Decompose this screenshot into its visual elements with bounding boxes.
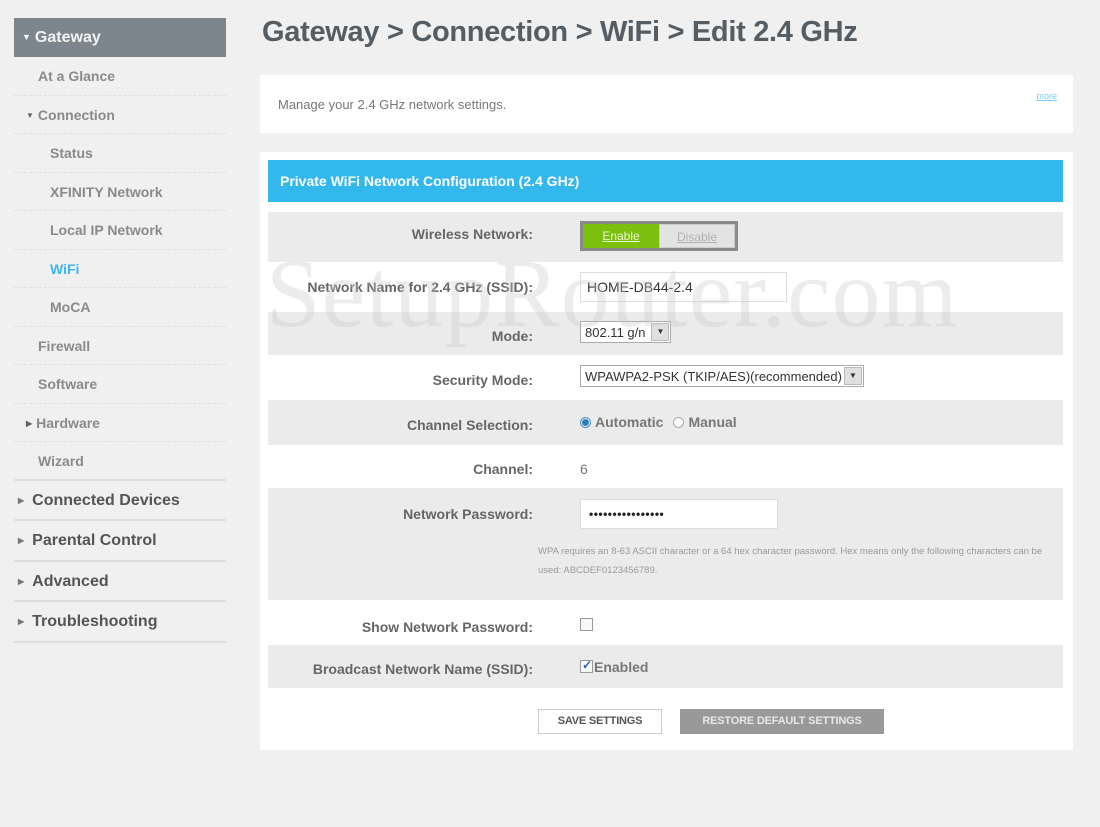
- row-security-mode: Security Mode: WPAWPA2-PSK (TKIP/AES)(re…: [268, 355, 1063, 400]
- intro-box: Manage your 2.4 GHz network settings. mo…: [260, 75, 1073, 133]
- sidebar-item-status[interactable]: Status: [14, 134, 226, 173]
- sidebar-item-hardware[interactable]: ▶ Hardware: [14, 404, 226, 442]
- save-settings-button[interactable]: SAVE SETTINGS: [538, 709, 662, 734]
- row-show-password: Show Network Password:: [268, 600, 1063, 645]
- sidebar-item-troubleshooting[interactable]: ▶ Troubleshooting: [14, 602, 226, 643]
- broadcast-ssid-checkbox-label[interactable]: Enabled: [594, 659, 648, 675]
- sidebar-item-at-a-glance[interactable]: At a Glance: [14, 57, 226, 96]
- security-mode-select[interactable]: WPAWPA2-PSK (TKIP/AES)(recommended) ▼: [580, 365, 864, 387]
- restore-default-settings-button[interactable]: RESTORE DEFAULT SETTINGS: [680, 709, 884, 734]
- more-link[interactable]: more: [1036, 91, 1057, 101]
- ssid-input[interactable]: [580, 272, 787, 302]
- page-title: Gateway > Connection > WiFi > Edit 2.4 G…: [262, 16, 858, 48]
- row-wireless-network: Wireless Network: Enable Disable: [268, 212, 1063, 262]
- sidebar-item-moca[interactable]: MoCA: [14, 288, 226, 327]
- disable-button[interactable]: Disable: [659, 224, 735, 248]
- network-password-input[interactable]: ••••••••••••••••: [580, 499, 778, 529]
- show-password-checkbox[interactable]: [580, 618, 593, 632]
- automatic-radio-label[interactable]: Automatic: [595, 414, 663, 430]
- row-ssid: Network Name for 2.4 GHz (SSID):: [268, 262, 1063, 312]
- ssid-label: Network Name for 2.4 GHz (SSID):: [307, 279, 533, 295]
- caret-right-icon: ▶: [18, 536, 25, 545]
- wireless-network-toggle[interactable]: Enable Disable: [580, 221, 738, 251]
- mode-select[interactable]: 802.11 g/n ▼: [580, 321, 672, 343]
- wifi-config-panel: Private WiFi Network Configuration (2.4 …: [260, 152, 1073, 750]
- automatic-radio[interactable]: [580, 416, 591, 428]
- caret-right-icon: ▶: [26, 418, 33, 428]
- dropdown-arrow-icon: ▼: [843, 367, 862, 385]
- broadcast-ssid-checkbox[interactable]: [580, 658, 593, 674]
- enable-button[interactable]: Enable: [583, 224, 659, 248]
- password-hint: WPA requires an 8-63 ASCII character or …: [538, 546, 1043, 576]
- mode-label: Mode:: [491, 328, 533, 344]
- sidebar-item-local-ip-network[interactable]: Local IP Network: [14, 211, 226, 250]
- panel-title: Private WiFi Network Configuration (2.4 …: [268, 160, 1063, 202]
- sidebar-item-wizard[interactable]: Wizard: [14, 442, 226, 481]
- row-network-password: Network Password: •••••••••••••••• WPA r…: [268, 488, 1063, 600]
- caret-down-icon: ▼: [22, 32, 31, 42]
- channel-value: 6: [580, 461, 588, 477]
- broadcast-ssid-control: Enabled: [580, 658, 648, 676]
- caret-down-icon: ▼: [26, 110, 34, 120]
- broadcast-ssid-label: Broadcast Network Name (SSID):: [312, 661, 533, 677]
- manual-radio[interactable]: [673, 416, 685, 428]
- sidebar-gateway[interactable]: ▼ Gateway: [14, 18, 226, 57]
- intro-text: Manage your 2.4 GHz network settings.: [278, 97, 507, 112]
- channel-selection-label: Channel Selection:: [406, 417, 533, 433]
- sidebar-item-parental-control[interactable]: ▶ Parental Control: [14, 521, 226, 562]
- show-password-label: Show Network Password:: [361, 619, 533, 635]
- row-broadcast-ssid: Broadcast Network Name (SSID): Enabled: [268, 645, 1063, 688]
- row-channel-selection: Channel Selection: Automatic Manual: [268, 400, 1063, 445]
- sidebar-item-wifi[interactable]: WiFi: [14, 250, 226, 288]
- caret-right-icon: ▶: [18, 576, 25, 586]
- manual-radio-label[interactable]: Manual: [688, 414, 736, 430]
- wireless-network-label: Wireless Network:: [411, 226, 533, 242]
- caret-right-icon: ▶: [18, 495, 25, 505]
- security-mode-label: Security Mode:: [432, 372, 533, 388]
- row-channel: Channel: 6: [268, 445, 1063, 488]
- sidebar-item-firewall[interactable]: Firewall: [14, 327, 226, 365]
- sidebar-item-xfinity-network[interactable]: XFINITY Network: [14, 173, 226, 211]
- sidebar-item-software[interactable]: Software: [14, 365, 226, 404]
- row-mode: Mode: 802.11 g/n ▼: [268, 312, 1063, 355]
- channel-selection-group: Automatic Manual: [580, 414, 737, 430]
- sidebar: ▼ Gateway At a Glance ▼ Connection Status …: [14, 18, 226, 643]
- sidebar-item-advanced[interactable]: ▶ Advanced: [14, 562, 226, 602]
- sidebar-item-connection[interactable]: ▼ Connection: [14, 96, 226, 134]
- dropdown-arrow-icon: ▼: [651, 323, 670, 341]
- channel-label: Channel:: [473, 461, 533, 477]
- caret-right-icon: ▶: [18, 617, 25, 626]
- network-password-label: Network Password:: [403, 506, 533, 522]
- sidebar-item-connected-devices[interactable]: ▶ Connected Devices: [14, 481, 226, 521]
